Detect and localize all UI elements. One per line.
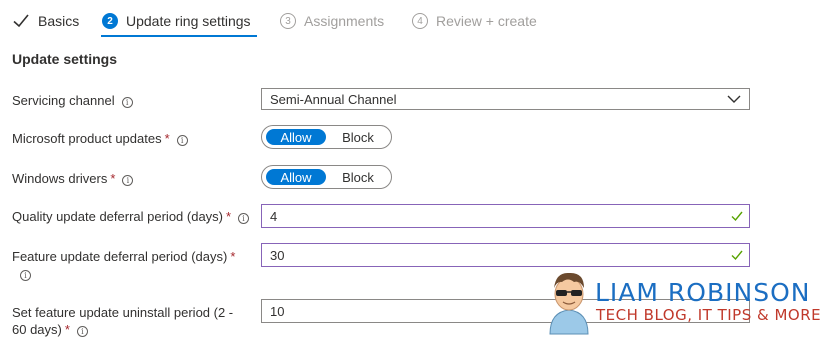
valid-check-icon: [731, 211, 743, 222]
block-option[interactable]: Block: [328, 129, 388, 145]
required-marker: *: [230, 249, 236, 264]
step-number-badge: 3: [280, 13, 296, 29]
label-text: Microsoft product updates: [12, 131, 162, 146]
info-icon[interactable]: i: [176, 135, 188, 146]
info-icon[interactable]: i: [238, 213, 250, 224]
chevron-down-icon: [727, 95, 741, 103]
label-text: Set feature update uninstall period (2 -: [12, 305, 234, 320]
label-text: Feature update deferral period (days): [12, 249, 228, 264]
label-text: Servicing channel: [12, 93, 115, 108]
allow-option[interactable]: Allow: [266, 169, 326, 185]
ms-product-updates-label: Microsoft product updates * i: [12, 130, 188, 147]
step-label: Update ring settings: [126, 13, 251, 29]
label-text: 60 days): [12, 322, 62, 337]
dropdown-value: Semi-Annual Channel: [270, 92, 397, 107]
quality-deferral-input-box: [261, 204, 750, 228]
wizard-steps: Basics 2 Update ring settings 3 Assignme…: [0, 0, 840, 40]
block-option[interactable]: Block: [328, 169, 388, 185]
step-assignments[interactable]: 3 Assignments: [280, 10, 384, 32]
step-basics[interactable]: Basics: [12, 10, 79, 32]
active-step-underline: [101, 35, 257, 37]
servicing-channel-label: Servicing channel i: [12, 92, 133, 109]
required-marker: *: [110, 171, 116, 186]
avatar-cartoon-icon: [549, 272, 589, 335]
feature-uninstall-label: Set feature update uninstall period (2 -…: [12, 304, 233, 338]
required-marker: *: [226, 209, 232, 224]
ms-product-updates-toggle[interactable]: Allow Block: [261, 125, 392, 149]
info-icon[interactable]: i: [20, 270, 31, 281]
feature-deferral-input[interactable]: [270, 247, 710, 263]
servicing-channel-dropdown[interactable]: Semi-Annual Channel: [261, 88, 750, 110]
step-number-badge: 2: [102, 13, 118, 29]
quality-deferral-input[interactable]: [270, 208, 710, 224]
step-review-create[interactable]: 4 Review + create: [412, 10, 537, 32]
required-marker: *: [64, 322, 70, 337]
step-update-ring-settings[interactable]: 2 Update ring settings: [102, 10, 251, 32]
feature-deferral-label: Feature update deferral period (days) * i: [12, 248, 235, 282]
info-icon[interactable]: i: [122, 175, 134, 186]
windows-drivers-toggle[interactable]: Allow Block: [261, 165, 392, 189]
feature-deferral-input-box: [261, 243, 750, 267]
step-label: Review + create: [436, 13, 537, 29]
section-title: Update settings: [12, 51, 118, 67]
allow-option[interactable]: Allow: [266, 129, 326, 145]
step-label: Basics: [38, 13, 80, 29]
label-text: Windows drivers: [12, 171, 108, 186]
required-marker: *: [164, 131, 170, 146]
windows-drivers-label: Windows drivers * i: [12, 170, 134, 187]
checkmark-icon: [13, 14, 29, 28]
watermark-title: LIAM ROBINSON: [595, 278, 811, 307]
step-number-badge: 4: [412, 13, 428, 29]
quality-deferral-label: Quality update deferral period (days) * i: [12, 208, 250, 225]
label-text: Quality update deferral period (days): [12, 209, 224, 224]
valid-check-icon: [731, 250, 743, 261]
watermark-subtitle: TECH BLOG, IT TIPS & MORE: [596, 306, 822, 324]
step-label: Assignments: [304, 13, 385, 29]
info-icon[interactable]: i: [121, 97, 133, 108]
info-icon[interactable]: i: [76, 326, 88, 337]
